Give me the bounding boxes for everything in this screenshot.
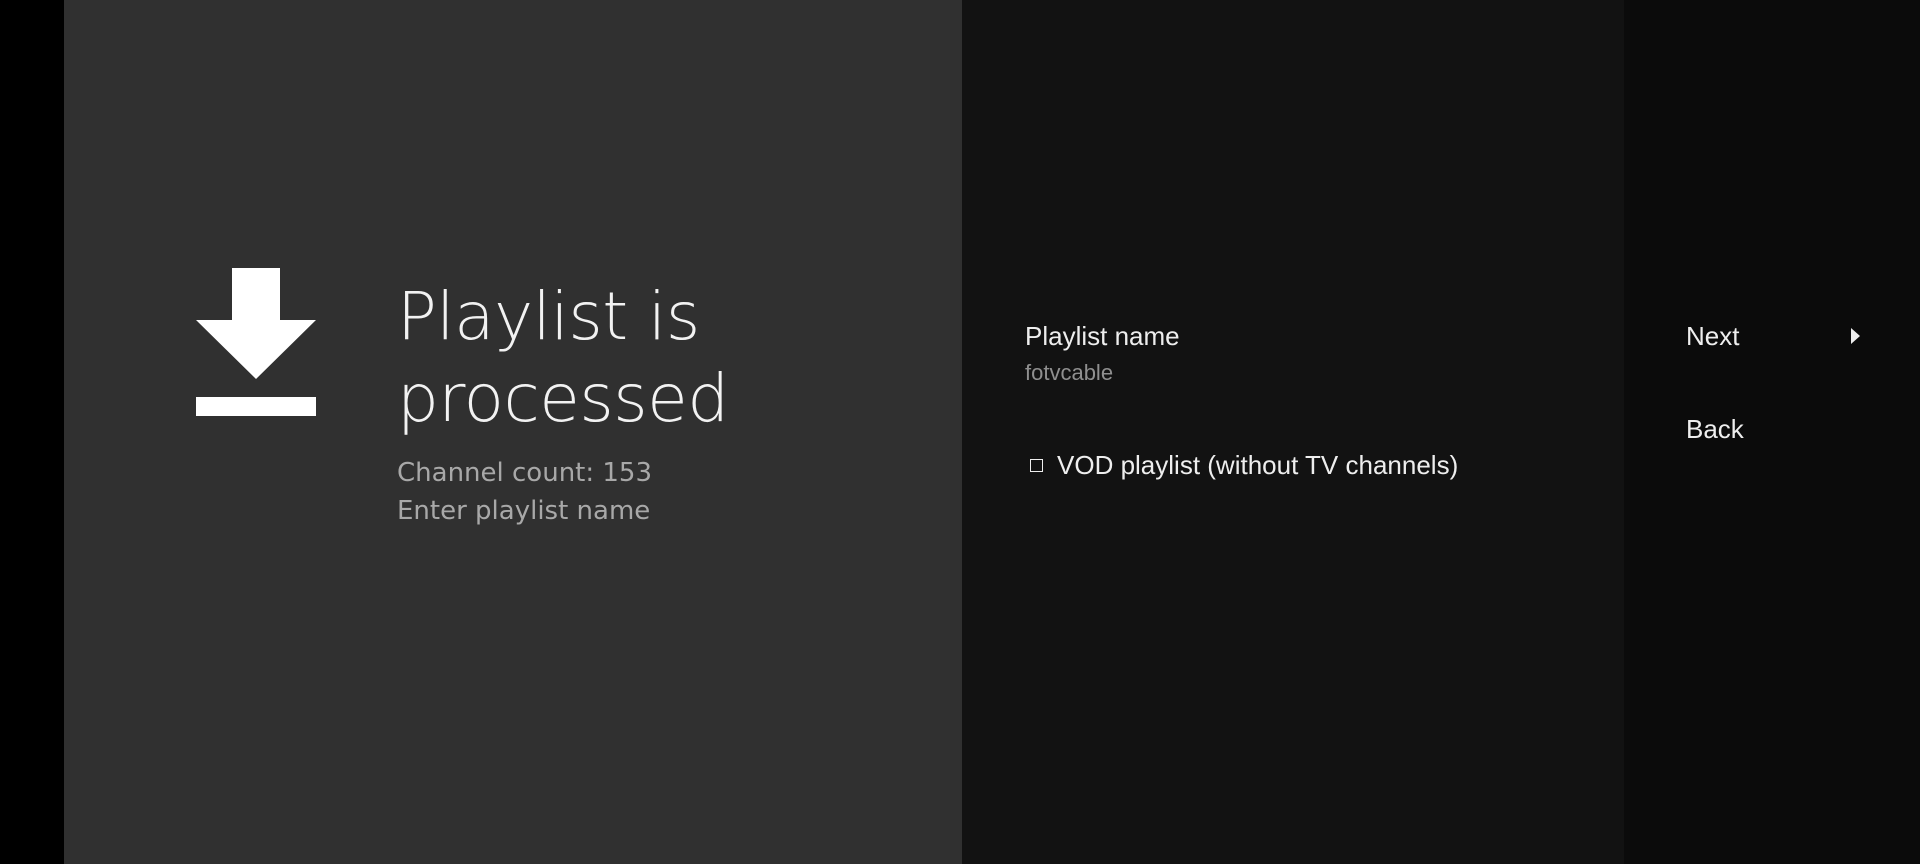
next-label: Next [1686,321,1740,351]
guided-step-screen: Playlist is processed Channel count: 153… [0,0,1920,864]
playlist-name-label[interactable]: Playlist name [1025,318,1180,354]
next-button[interactable]: Next [1686,318,1866,354]
back-button[interactable]: Back [1686,411,1866,447]
playlist-name-value[interactable]: fotvcable [1025,358,1113,388]
back-label: Back [1686,414,1744,444]
download-icon [196,268,316,416]
actions-panel [962,0,1624,864]
vod-playlist-checkbox[interactable]: VOD playlist (without TV channels) [1030,447,1458,483]
page-title: Playlist is processed [397,278,729,437]
checkbox-unchecked-icon[interactable] [1030,458,1043,472]
chevron-right-icon [1851,328,1860,344]
guidance-description: Channel count: 153 Enter playlist name [397,454,652,530]
instruction-text: Enter playlist name [397,496,651,526]
channel-count-text: Channel count: 153 [397,458,653,488]
vod-playlist-label: VOD playlist (without TV channels) [1057,450,1459,480]
